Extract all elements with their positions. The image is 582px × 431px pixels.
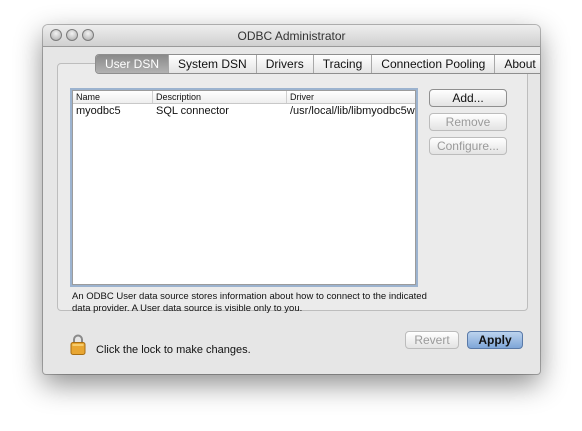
lock-label: Click the lock to make changes. [96,344,251,356]
tab-about[interactable]: About [495,55,540,73]
tab-connection-pooling[interactable]: Connection Pooling [372,55,496,73]
description-text: An ODBC User data source stores informat… [72,291,427,314]
column-header-driver[interactable]: Driver [287,91,415,103]
revert-button[interactable]: Revert [405,331,459,349]
title-bar: ODBC Administrator [43,25,540,47]
tab-drivers[interactable]: Drivers [257,55,314,73]
table-row[interactable]: myodbc5 SQL connector /usr/local/lib/lib… [73,104,415,118]
configure-button[interactable]: Configure... [429,137,507,155]
tab-tracing[interactable]: Tracing [314,55,373,73]
cell-driver: /usr/local/lib/libmyodbc5w [290,105,415,117]
cell-description: SQL connector [156,105,229,117]
odbc-window: ODBC Administrator User DSN System DSN D… [43,25,540,374]
add-button[interactable]: Add... [429,89,507,107]
tab-bar: User DSN System DSN Drivers Tracing Conn… [95,54,540,74]
apply-button[interactable]: Apply [467,331,523,349]
tab-system-dsn[interactable]: System DSN [169,55,257,73]
tab-user-dsn[interactable]: User DSN [96,55,170,73]
dsn-list[interactable]: Name Description Driver myodbc5 SQL conn… [72,90,416,285]
column-header-description[interactable]: Description [153,91,287,103]
window-title: ODBC Administrator [237,29,346,43]
remove-button[interactable]: Remove [429,113,507,131]
cell-name: myodbc5 [76,105,121,117]
list-header: Name Description Driver [73,91,415,104]
column-header-name[interactable]: Name [73,91,153,103]
lock-icon[interactable] [70,333,86,355]
